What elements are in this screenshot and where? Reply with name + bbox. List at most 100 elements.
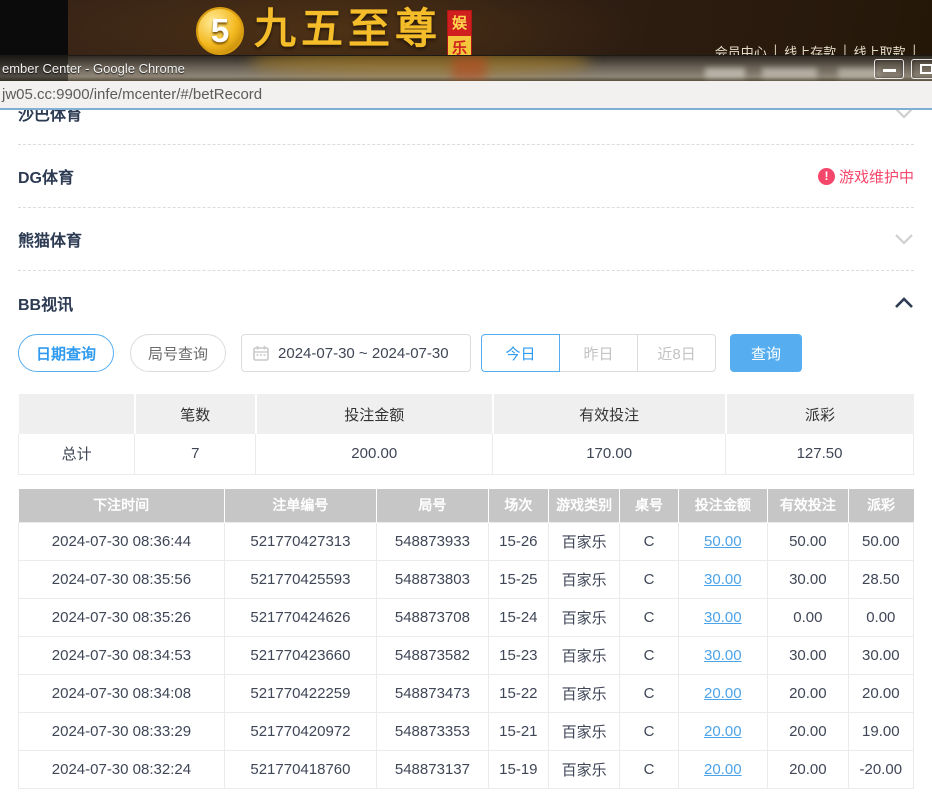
bet-amount-link[interactable]: 20.00 bbox=[704, 761, 742, 778]
bet-id-cell: 521770425593 bbox=[224, 561, 376, 599]
payout-cell: 19.00 bbox=[848, 713, 913, 751]
bet-amount-link[interactable]: 30.00 bbox=[704, 609, 742, 626]
chevron-down-icon bbox=[894, 110, 914, 119]
bet-amount-link[interactable]: 30.00 bbox=[704, 571, 742, 588]
column-header: 桌号 bbox=[620, 489, 678, 523]
chevron-down-icon bbox=[894, 233, 914, 245]
game-row[interactable]: DG体育 ! 游戏维护中 bbox=[18, 145, 914, 208]
valid-bet-cell: 20.00 bbox=[768, 675, 849, 713]
date-range-picker[interactable]: 2024-07-30 ~ 2024-07-30 bbox=[241, 334, 471, 372]
round-id-cell: 548873582 bbox=[376, 637, 488, 675]
date-query-tab[interactable]: 日期查询 bbox=[18, 334, 114, 372]
column-header bbox=[19, 394, 135, 434]
game-type-cell: 百家乐 bbox=[548, 561, 620, 599]
table-row: 2024-07-30 08:32:24 521770418760 5488731… bbox=[19, 751, 914, 789]
column-header: 游戏类别 bbox=[548, 489, 620, 523]
game-type-cell: 百家乐 bbox=[548, 637, 620, 675]
table-code-cell: C bbox=[620, 637, 678, 675]
column-header: 场次 bbox=[488, 489, 548, 523]
session-cell: 15-19 bbox=[488, 751, 548, 789]
table-code-cell: C bbox=[620, 675, 678, 713]
table-row: 2024-07-30 08:35:26 521770424626 5488737… bbox=[19, 599, 914, 637]
bet-amount-cell: 30.00 bbox=[678, 599, 768, 637]
browser-urlbar[interactable]: jw05.cc:9900/infe/mcenter/#/betRecord bbox=[0, 81, 932, 110]
round-id-cell: 548873473 bbox=[376, 675, 488, 713]
minimize-button[interactable] bbox=[874, 59, 904, 79]
table-code-cell: C bbox=[620, 523, 678, 561]
background-dark-panel bbox=[0, 0, 68, 55]
filter-bar: 日期查询 局号查询 2024-07-30 ~ 2024-07-30 今日昨日近8… bbox=[18, 334, 914, 372]
column-header: 派彩 bbox=[848, 489, 913, 523]
titlebar-glass-badge-glow bbox=[452, 56, 486, 80]
summary-count: 7 bbox=[135, 434, 256, 474]
payout-cell: 28.50 bbox=[848, 561, 913, 599]
bet-time-cell: 2024-07-30 08:35:26 bbox=[19, 599, 225, 637]
payout-cell: 0.00 bbox=[848, 599, 913, 637]
round-id-cell: 548873933 bbox=[376, 523, 488, 561]
bet-amount-link[interactable]: 30.00 bbox=[704, 647, 742, 664]
column-header: 投注金额 bbox=[678, 489, 768, 523]
game-type-cell: 百家乐 bbox=[548, 751, 620, 789]
search-button[interactable]: 查询 bbox=[730, 334, 802, 372]
column-header: 有效投注 bbox=[768, 489, 849, 523]
bet-time-cell: 2024-07-30 08:34:53 bbox=[19, 637, 225, 675]
calendar-icon bbox=[253, 345, 269, 361]
bet-amount-cell: 30.00 bbox=[678, 637, 768, 675]
bet-time-cell: 2024-07-30 08:36:44 bbox=[19, 523, 225, 561]
column-header: 下注时间 bbox=[19, 489, 225, 523]
payout-cell: 50.00 bbox=[848, 523, 913, 561]
bet-time-cell: 2024-07-30 08:33:29 bbox=[19, 713, 225, 751]
session-cell: 15-23 bbox=[488, 637, 548, 675]
url-text[interactable]: jw05.cc:9900/infe/mcenter/#/betRecord bbox=[2, 86, 262, 103]
session-cell: 15-24 bbox=[488, 599, 548, 637]
valid-bet-cell: 0.00 bbox=[768, 599, 849, 637]
game-row[interactable]: 熊猫体育 bbox=[18, 208, 914, 271]
table-code-cell: C bbox=[620, 561, 678, 599]
maximize-icon bbox=[920, 64, 932, 74]
browser-titlebar[interactable]: ember Center - Google Chrome bbox=[0, 55, 932, 81]
quick-range-2[interactable]: 昨日 bbox=[559, 334, 638, 372]
round-id-cell: 548873137 bbox=[376, 751, 488, 789]
game-row[interactable]: BB视讯 bbox=[18, 271, 914, 334]
quick-range-group: 今日昨日近8日 bbox=[481, 334, 716, 372]
bet-amount-cell: 30.00 bbox=[678, 561, 768, 599]
bet-amount-link[interactable]: 20.00 bbox=[704, 685, 742, 702]
game-row[interactable]: 沙巴体育 bbox=[18, 110, 914, 145]
column-header: 派彩 bbox=[726, 394, 914, 434]
records-header-row: 下注时间注单编号局号场次游戏类别桌号投注金额有效投注派彩 bbox=[19, 489, 914, 523]
site-logo: 5 九五至尊 娱 乐 bbox=[196, 4, 472, 62]
bet-amount-cell: 20.00 bbox=[678, 713, 768, 751]
session-cell: 15-26 bbox=[488, 523, 548, 561]
session-cell: 15-22 bbox=[488, 675, 548, 713]
session-cell: 15-25 bbox=[488, 561, 548, 599]
game-type-cell: 百家乐 bbox=[548, 599, 620, 637]
window-title: ember Center - Google Chrome bbox=[2, 61, 185, 76]
table-row: 2024-07-30 08:36:44 521770427313 5488739… bbox=[19, 523, 914, 561]
alert-icon: ! bbox=[818, 168, 835, 185]
bet-time-cell: 2024-07-30 08:34:08 bbox=[19, 675, 225, 713]
column-header: 笔数 bbox=[135, 394, 256, 434]
window-controls bbox=[874, 59, 932, 79]
table-code-cell: C bbox=[620, 599, 678, 637]
quick-range-3[interactable]: 近8日 bbox=[637, 334, 716, 372]
round-id-cell: 548873803 bbox=[376, 561, 488, 599]
game-type-cell: 百家乐 bbox=[548, 523, 620, 561]
maximize-button[interactable] bbox=[911, 59, 932, 79]
bet-time-cell: 2024-07-30 08:32:24 bbox=[19, 751, 225, 789]
valid-bet-cell: 30.00 bbox=[768, 637, 849, 675]
bet-amount-link[interactable]: 50.00 bbox=[704, 533, 742, 550]
session-cell: 15-21 bbox=[488, 713, 548, 751]
date-range-value: 2024-07-30 ~ 2024-07-30 bbox=[278, 345, 449, 362]
bet-amount-link[interactable]: 20.00 bbox=[704, 723, 742, 740]
titlebar-glass-highlight bbox=[705, 68, 745, 78]
table-code-cell: C bbox=[620, 751, 678, 789]
quick-range-1[interactable]: 今日 bbox=[481, 334, 560, 372]
titlebar-glass-glow bbox=[250, 55, 590, 76]
maintenance-badge: ! 游戏维护中 bbox=[818, 166, 914, 187]
round-query-tab[interactable]: 局号查询 bbox=[130, 334, 226, 372]
summary-total-row: 总计 7 200.00 170.00 127.50 bbox=[19, 434, 914, 474]
chevron-up-icon bbox=[894, 297, 914, 309]
valid-bet-cell: 50.00 bbox=[768, 523, 849, 561]
valid-bet-cell: 20.00 bbox=[768, 751, 849, 789]
bet-id-cell: 521770418760 bbox=[224, 751, 376, 789]
